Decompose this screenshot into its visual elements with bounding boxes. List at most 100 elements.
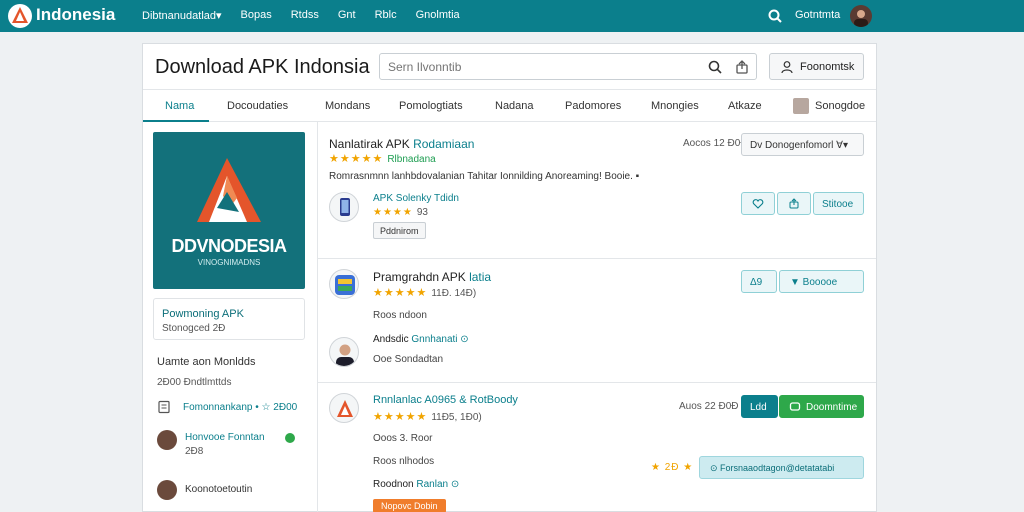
category-tag[interactable]: Pddnirom (373, 222, 426, 239)
logo-icon[interactable] (8, 4, 32, 28)
share-icon[interactable] (734, 59, 750, 75)
rating-meta: Rlbnadana (387, 154, 436, 165)
user-icon (781, 61, 793, 74)
developer-name[interactable]: Andsdic Gnnhanati ⊙ (373, 334, 469, 345)
tab-avatar (793, 98, 809, 114)
document-icon (158, 400, 170, 414)
app-title[interactable]: Pramgrahdn APK latia (373, 270, 491, 284)
tab-bar: Nama Docoudaties Mondans Pomologtiats Na… (143, 89, 876, 122)
rating-stars: ★★★★★ Rlbnadana (329, 153, 436, 165)
chat-icon (789, 402, 801, 411)
tab-item[interactable]: Mnongies (651, 100, 699, 112)
app-name-text: Nanlatirak APK (329, 137, 410, 151)
top-nav-item[interactable]: Bopas (241, 9, 272, 22)
app-detail-link[interactable]: Roodnon Ranlan ⊙ (373, 479, 459, 490)
avatar[interactable] (157, 480, 177, 500)
sidebar-link-text[interactable]: Fomonnankanp • ☆ 2Ð00 (183, 402, 297, 413)
top-nav-item[interactable]: Rblc (375, 9, 397, 22)
share-icon (789, 198, 799, 209)
app-name-accent: Rodamiaan (413, 137, 475, 151)
download-label: Doomntime (806, 402, 858, 413)
search-box[interactable] (379, 53, 757, 80)
row-divider (318, 258, 876, 259)
sidebar-section-subtitle: 2Ð00 Ðndtlmttds (157, 377, 232, 388)
tab-item[interactable]: Pomologtiats (399, 100, 463, 112)
top-nav: Dibtnanudatlad▾ Bopas Rtdss Gnt Rblc Gno… (142, 9, 460, 22)
column-divider (317, 122, 318, 512)
user-name[interactable]: Gotntmta (795, 9, 840, 21)
app-name-text: Pramgrahdn APK (373, 270, 466, 284)
version-select-label: Dv Donogenfomorl ∀▾ (750, 140, 849, 151)
app-title[interactable]: Nanlatirak APK Rodamiaan (329, 137, 474, 151)
row-divider (318, 382, 876, 383)
sidebar-section-title: Uamte aon Monldds (157, 356, 256, 368)
developer-avatar[interactable] (329, 337, 359, 367)
active-tab-indicator (143, 120, 209, 122)
version-select[interactable]: Dv Donogenfomorl ∀▾ (741, 133, 864, 156)
detail-text: Roodnon (373, 479, 414, 490)
tab-item[interactable]: Docoudaties (227, 100, 288, 112)
rating-stars: ★★★★ 93 (373, 207, 428, 218)
detail-accent: Ranlan ⊙ (416, 479, 460, 490)
tab-item[interactable]: Mondans (325, 100, 370, 112)
download-label: ▼ Booooe (790, 277, 838, 288)
verified-icon (285, 433, 295, 443)
sidebar-person-name[interactable]: Koonotoetoutin (185, 484, 252, 495)
sub-app-title[interactable]: APK Solenky Tdidn (373, 193, 459, 204)
app-thumbnail[interactable] (329, 269, 359, 299)
store-button[interactable]: Stitooe (813, 192, 864, 215)
app-title[interactable]: Rnnlanlac A0965 & RotBoody (373, 394, 518, 406)
top-nav-item[interactable]: Gnt (338, 9, 356, 22)
app-detail: Ooos 3. Roor (373, 433, 433, 444)
info-button-label: Ldd (750, 402, 767, 413)
share-button[interactable] (777, 192, 811, 215)
tab-item[interactable]: Padomores (565, 100, 621, 112)
sidebar-person-meta: 2Ð8 (185, 446, 204, 457)
app-detail: Ooe Sondadtan (373, 354, 444, 365)
like-button[interactable] (741, 192, 775, 215)
promo-button[interactable]: Nopovc Dobin (373, 499, 446, 512)
info-card[interactable]: Powmoning APK Stonogced 2Ð (153, 298, 305, 340)
hero-banner[interactable]: DDVNODESIA VINOGNIMADNS (153, 132, 305, 289)
follow-label: Foonomtsk (800, 61, 855, 73)
info-card-title: Powmoning APK (162, 308, 244, 320)
sidebar-person-name[interactable]: Honvooe Fonntan (185, 432, 265, 443)
search-input[interactable] (388, 60, 688, 74)
contact-label: ⊙ Forsnaaodtagon@detatatabi (710, 463, 835, 473)
brand-name[interactable]: Indonesia (36, 5, 115, 25)
tab-item[interactable]: Atkaze (728, 100, 762, 112)
follow-button[interactable]: Foonomtsk (769, 53, 864, 80)
top-nav-item[interactable]: Dibtnanudatlad▾ (142, 9, 222, 22)
store-button-label: Stitooe (822, 199, 854, 210)
app-description: Romrasnmnn lanhbdovalanian Tahitar Ionni… (329, 171, 640, 182)
rating-meta: 11Ð. 14Ð) (431, 288, 477, 299)
wishlist-button[interactable]: Δ9 (741, 270, 777, 293)
contact-button[interactable]: ⊙ Forsnaaodtagon@detatatabi (699, 456, 864, 479)
main-panel: Download APK Indonsia Foonomtsk Nama Doc… (142, 43, 877, 512)
download-button[interactable]: Doomntime (779, 395, 864, 418)
avatar[interactable] (157, 430, 177, 450)
page-title: Download APK Indonsia (155, 56, 370, 78)
hero-subtitle: VINOGNIMADNS (197, 258, 261, 267)
hero-title: DDVNODESIA (171, 236, 287, 256)
app-detail: Roos nlhodos (373, 456, 435, 467)
info-button[interactable]: Ldd (741, 395, 778, 418)
app-thumbnail[interactable] (329, 192, 359, 222)
rating-meta: 93 (416, 207, 428, 218)
app-size: Aocos 12 Ð0Ð (683, 138, 748, 149)
top-nav-item[interactable]: Gnolmtia (416, 9, 460, 22)
top-nav-item[interactable]: Rtdss (291, 9, 319, 22)
tab-item[interactable]: Sonogdoe (815, 100, 865, 112)
app-thumbnail[interactable] (329, 393, 359, 423)
search-icon[interactable] (767, 8, 783, 24)
tab-home[interactable]: Nama (165, 100, 194, 112)
mountain-logo-icon (197, 158, 261, 222)
search-icon[interactable] (707, 59, 723, 75)
mini-rating: ★ 2Ð ★ (651, 462, 694, 473)
developer-name-accent: Gnnhanati ⊙ (411, 334, 469, 345)
tab-item[interactable]: Nadana (495, 100, 534, 112)
download-button[interactable]: ▼ Booooe (779, 270, 864, 293)
user-avatar[interactable] (850, 5, 872, 27)
app-name-accent: latia (469, 270, 492, 284)
app-detail: Roos ndoon (373, 310, 427, 321)
